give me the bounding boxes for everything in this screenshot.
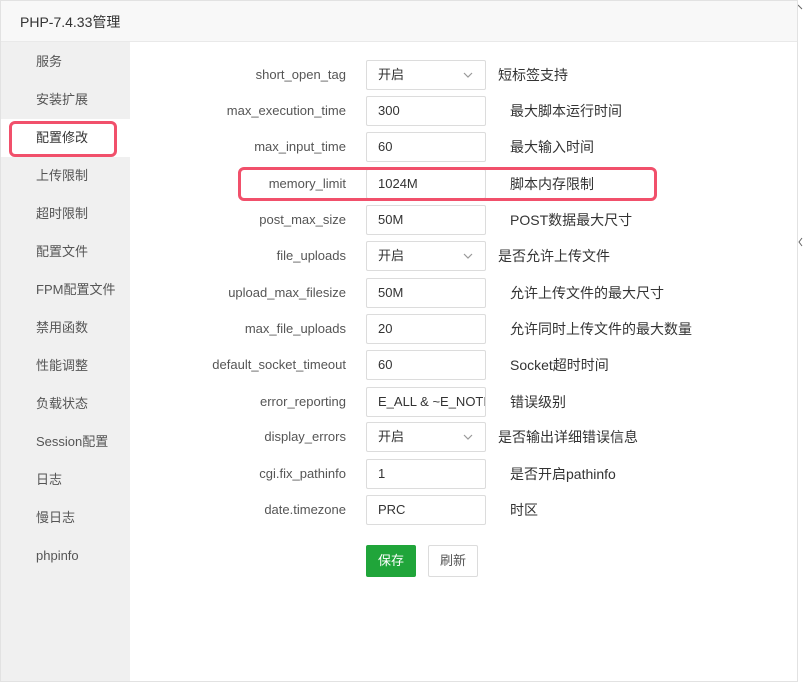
display-errors-select[interactable]: 开启: [366, 422, 486, 452]
save-button[interactable]: 保存: [366, 545, 416, 577]
setting-label-max-file-uploads: max_file_uploads: [244, 321, 346, 336]
setting-label-max-input-time: max_input_time: [254, 139, 346, 154]
default-socket-timeout-input[interactable]: 60: [366, 350, 486, 380]
setting-label-file-uploads: file_uploads: [276, 248, 346, 263]
setting-desc-post-max-size: POST数据最大尺寸: [510, 212, 633, 228]
setting-desc-max-input-time: 最大输入时间: [510, 139, 594, 155]
setting-desc-file-uploads: 是否允许上传文件: [498, 248, 610, 264]
date-timezone-input[interactable]: PRC: [366, 495, 486, 525]
setting-label-post-max-size: post_max_size: [259, 212, 346, 227]
file-uploads-value: 开启: [378, 248, 405, 263]
setting-label-upload-max-filesize: upload_max_filesize: [228, 285, 346, 300]
dialog-titlebar[interactable]: PHP-7.4.33管理: [1, 1, 797, 42]
chevron-down-icon: [463, 434, 473, 440]
error-reporting-input[interactable]: E_ALL & ~E_NOTICE: [366, 387, 486, 417]
setting-desc-short-open-tag: 短标签支持: [498, 67, 568, 83]
window-edge-mark: [798, 4, 803, 10]
refresh-button[interactable]: 刷新: [428, 545, 478, 577]
setting-desc-memory-limit: 脚本内存限制: [510, 176, 594, 192]
setting-label-cgi-fix-pathinfo: cgi.fix_pathinfo: [259, 466, 346, 481]
setting-desc-max-execution-time: 最大脚本运行时间: [510, 103, 622, 119]
short-open-tag-value: 开启: [378, 67, 405, 82]
chevron-down-icon: [463, 253, 473, 259]
sidebar-item-phpinfo[interactable]: phpinfo: [1, 537, 130, 575]
setting-label-date-timezone: date.timezone: [264, 502, 346, 517]
max-execution-time-input[interactable]: 300: [366, 96, 486, 126]
setting-label-error-reporting: error_reporting: [260, 394, 346, 409]
cgi-fix-pathinfo-input[interactable]: 1: [366, 459, 486, 489]
scroll-edge-mark: [798, 237, 803, 247]
setting-desc-default-socket-timeout: Socket超时时间: [510, 357, 609, 373]
dialog-title: PHP-7.4.33管理: [20, 14, 121, 30]
setting-desc-date-timezone: 时区: [510, 502, 538, 518]
setting-label-memory-limit: memory_limit: [268, 176, 346, 191]
php-manager-dialog: PHP-7.4.33管理 服务 安装扩展 配置修改 上传限制 超时限制 配置文件…: [0, 0, 798, 682]
setting-label-max-execution-time: max_execution_time: [226, 103, 346, 118]
setting-desc-error-reporting: 错误级别: [510, 394, 566, 410]
post-max-size-input[interactable]: 50M: [366, 205, 486, 235]
setting-label-default-socket-timeout: default_socket_timeout: [212, 357, 346, 372]
file-uploads-select[interactable]: 开启: [366, 241, 486, 271]
setting-label-short-open-tag: short_open_tag: [255, 67, 346, 82]
memory-limit-input[interactable]: 1024M: [366, 169, 486, 199]
setting-desc-display-errors: 是否输出详细错误信息: [498, 429, 638, 445]
short-open-tag-select[interactable]: 开启: [366, 60, 486, 90]
chevron-down-icon: [463, 72, 473, 78]
upload-max-filesize-input[interactable]: 50M: [366, 278, 486, 308]
max-file-uploads-input[interactable]: 20: [366, 314, 486, 344]
setting-desc-max-file-uploads: 允许同时上传文件的最大数量: [510, 321, 692, 337]
setting-desc-upload-max-filesize: 允许上传文件的最大尺寸: [510, 285, 664, 301]
display-errors-value: 开启: [378, 429, 405, 444]
setting-label-display-errors: display_errors: [264, 429, 346, 444]
max-input-time-input[interactable]: 60: [366, 132, 486, 162]
setting-desc-cgi-fix-pathinfo: 是否开启pathinfo: [510, 466, 616, 482]
